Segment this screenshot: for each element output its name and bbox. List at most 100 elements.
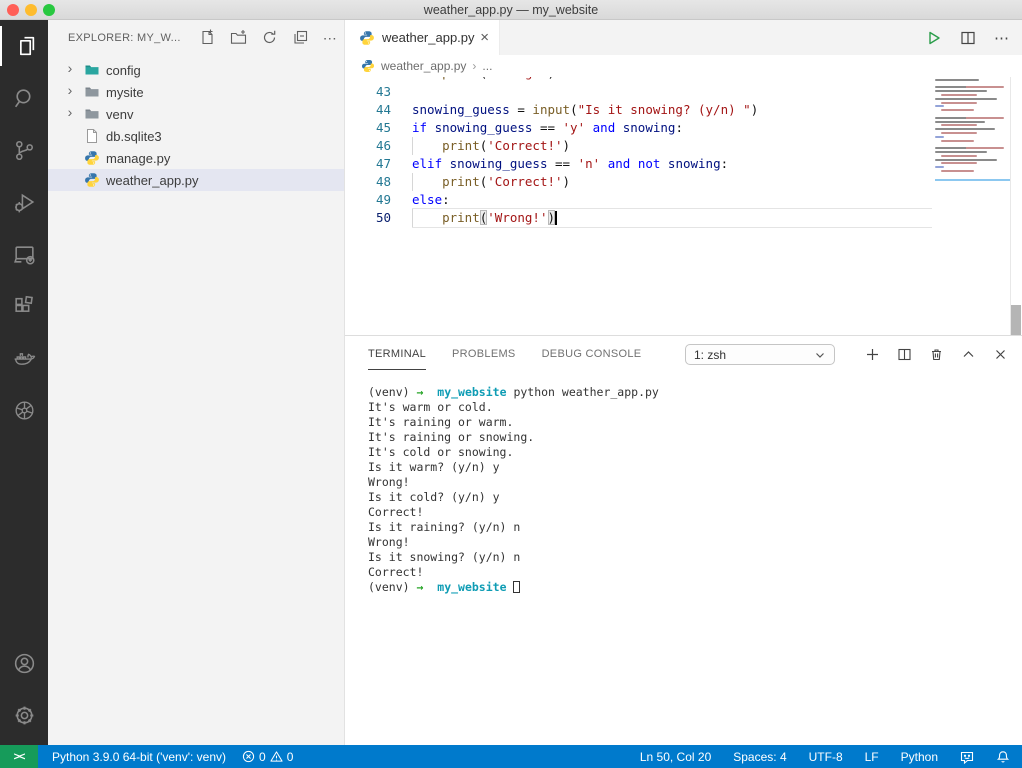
breadcrumb[interactable]: weather_app.py › ... (345, 55, 1022, 77)
problems-status[interactable]: 0 0 (242, 750, 293, 764)
terminal-line: It's warm or cold. (368, 400, 1012, 415)
line-number[interactable]: 44 (345, 101, 391, 119)
terminal-line: Is it cold? (y/n) y (368, 490, 1012, 505)
code-line-50[interactable]: 50 print('Wrong!') (345, 209, 932, 227)
code-line-47[interactable]: 47elif snowing_guess == 'n' and not snow… (345, 155, 932, 173)
code-line-45[interactable]: 45if snowing_guess == 'y' and snowing: (345, 119, 932, 137)
split-terminal-icon[interactable] (897, 347, 912, 362)
line-number[interactable]: 45 (345, 119, 391, 137)
activity-explorer-icon[interactable] (0, 20, 48, 72)
line-number[interactable]: 47 (345, 155, 391, 173)
breadcrumb-file[interactable]: weather_app.py (381, 59, 466, 73)
status-utf-8[interactable]: UTF-8 (809, 750, 843, 764)
code-editor[interactable]: print('Wrong!') 4344snowing_guess = inpu… (345, 77, 1022, 335)
status-ln-50-col-20[interactable]: Ln 50, Col 20 (640, 750, 711, 764)
tree-item-mysite[interactable]: ›mysite (48, 81, 344, 103)
new-terminal-icon[interactable] (865, 347, 880, 362)
code-line-49[interactable]: 49else: (345, 191, 932, 209)
activity-kubernetes-icon[interactable] (0, 384, 48, 436)
terminal-line: It's raining or warm. (368, 415, 1012, 430)
tree-item-label: config (106, 63, 141, 78)
run-button[interactable] (926, 30, 942, 46)
panel-tab-terminal[interactable]: TERMINAL (368, 338, 426, 370)
python-icon (359, 30, 375, 46)
tab-close-icon[interactable]: × (478, 29, 491, 46)
line-number[interactable]: 46 (345, 137, 391, 155)
text-cursor (555, 211, 557, 225)
status-lf[interactable]: LF (865, 750, 879, 764)
activity-bar (0, 20, 48, 745)
remote-indicator[interactable]: >< (0, 745, 38, 768)
explorer-sidebar: EXPLORER: MY_W... ⋯ › config ›mysite›venv d… (48, 20, 345, 745)
terminal-output[interactable]: (venv) → my_website python weather_app.p… (368, 385, 1012, 595)
window-title: weather_app.py — my_website (0, 3, 1022, 17)
tree-item-manage.py[interactable]: manage.py (48, 147, 344, 169)
tree-item-venv[interactable]: ›venv (48, 103, 344, 125)
terminal-line: Wrong! (368, 475, 1012, 490)
kill-terminal-icon[interactable] (929, 347, 944, 362)
line-number[interactable]: 48 (345, 173, 391, 191)
file-tree: › config ›mysite›venv db.sqlite3 manage.py we… (48, 59, 344, 191)
editor-scrollbar[interactable] (1010, 77, 1022, 335)
activity-docker-icon[interactable] (0, 332, 48, 384)
terminal-line: Correct! (368, 505, 1012, 520)
activity-source-control-icon[interactable] (0, 124, 48, 176)
code-line-46[interactable]: 46 print('Correct!') (345, 137, 932, 155)
breadcrumb-separator: › (472, 59, 476, 73)
explorer-header: EXPLORER: MY_W... ⋯ (48, 20, 344, 55)
refresh-icon[interactable] (261, 29, 278, 46)
activity-search-icon[interactable] (0, 72, 48, 124)
close-panel-icon[interactable] (993, 347, 1008, 362)
terminal-line: Correct! (368, 565, 1012, 580)
activity-remote-explorer-icon[interactable] (0, 228, 48, 280)
terminal-line: (venv) → my_website (368, 580, 1012, 595)
bell-icon[interactable] (996, 750, 1010, 764)
chevron-right-icon[interactable]: › (64, 82, 76, 98)
maximize-panel-icon[interactable] (961, 347, 976, 362)
workbench: EXPLORER: MY_W... ⋯ › config ›mysite›venv d… (0, 20, 1022, 745)
status-bar: >< Python 3.9.0 64-bit ('venv': venv) 0 … (0, 745, 1022, 768)
split-editor-icon[interactable] (960, 30, 976, 46)
collapse-folders-icon[interactable] (292, 29, 309, 46)
status-spaces-4[interactable]: Spaces: 4 (733, 750, 786, 764)
scrollbar-thumb[interactable] (1011, 305, 1021, 335)
editor-more-actions-icon[interactable]: ⋯ (994, 29, 1010, 47)
minimap[interactable] (935, 77, 1010, 174)
chevron-right-icon[interactable]: › (64, 60, 76, 76)
folder-icon (84, 106, 100, 122)
line-number[interactable]: 43 (345, 83, 391, 101)
terminal-line: It's cold or snowing. (368, 445, 1012, 460)
python-icon (84, 150, 100, 166)
tree-item-config[interactable]: › config (48, 59, 344, 81)
activity-account-icon[interactable] (0, 637, 48, 689)
folder-config-icon (84, 62, 100, 78)
terminal-select[interactable]: 1: zsh (685, 344, 835, 365)
new-file-icon[interactable] (199, 29, 216, 46)
error-icon (242, 750, 255, 763)
activity-extensions-icon[interactable] (0, 280, 48, 332)
breadcrumb-more[interactable]: ... (482, 59, 492, 73)
tree-item-label: db.sqlite3 (106, 129, 162, 144)
python-interpreter-status[interactable]: Python 3.9.0 64-bit ('venv': venv) (52, 750, 226, 764)
tree-item-weather_app.py[interactable]: weather_app.py (48, 169, 344, 191)
panel-tab-problems[interactable]: PROBLEMS (452, 338, 516, 370)
line-number[interactable]: 49 (345, 191, 391, 209)
tree-item-label: manage.py (106, 151, 170, 166)
tab-weather-app[interactable]: weather_app.py × (345, 20, 500, 55)
line-number[interactable]: 50 (345, 209, 391, 227)
new-folder-icon[interactable] (230, 29, 247, 46)
titlebar: weather_app.py — my_website (0, 0, 1022, 20)
code-line-44[interactable]: 44snowing_guess = input("Is it snowing? … (345, 101, 932, 119)
activity-run-debug-icon[interactable] (0, 176, 48, 228)
tree-item-db.sqlite3[interactable]: db.sqlite3 (48, 125, 344, 147)
code-line-43[interactable]: 43 (345, 83, 932, 101)
terminal-select-value: 1: zsh (694, 348, 814, 362)
status-python[interactable]: Python (901, 750, 938, 764)
activity-settings-icon[interactable] (0, 689, 48, 741)
minimap-highlight (935, 179, 1010, 181)
code-line-48[interactable]: 48 print('Correct!') (345, 173, 932, 191)
more-icon[interactable]: ⋯ (323, 33, 338, 43)
feedback-smiley-icon[interactable] (960, 750, 974, 764)
panel-tab-debug-console[interactable]: DEBUG CONSOLE (542, 338, 642, 370)
chevron-right-icon[interactable]: › (64, 104, 76, 120)
